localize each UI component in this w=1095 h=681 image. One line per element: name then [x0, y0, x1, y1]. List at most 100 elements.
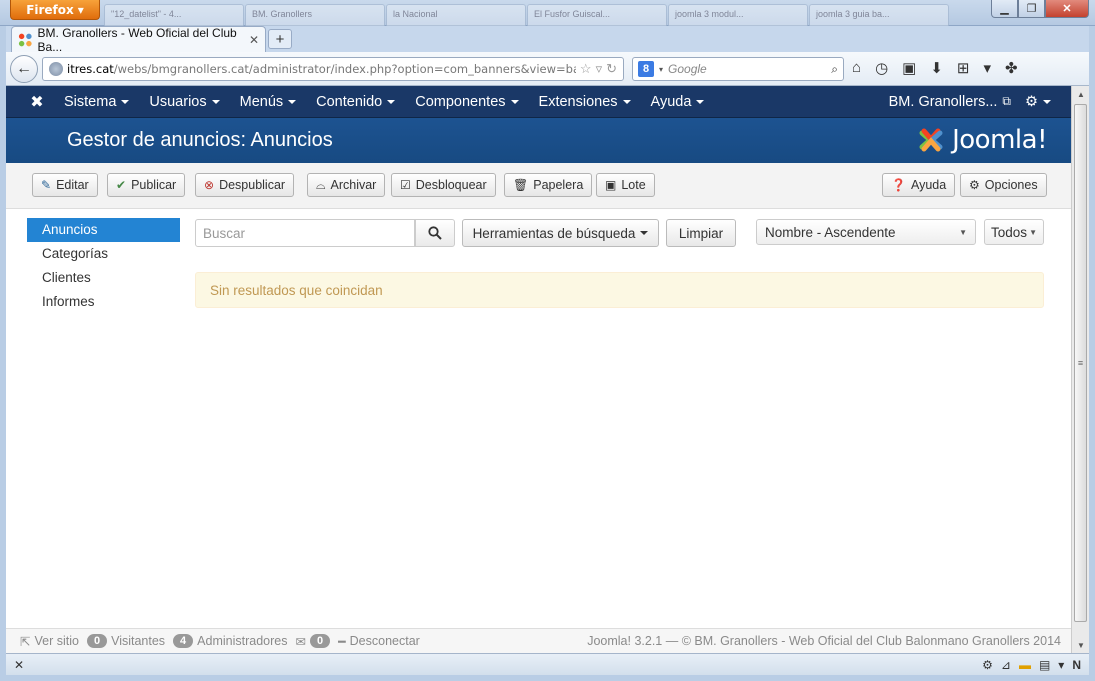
close-tab-icon[interactable]: ✕	[249, 33, 259, 47]
ordering-value: Nombre - Ascendente	[765, 224, 896, 240]
background-tab[interactable]: joomla 3 guia ba...	[809, 4, 949, 26]
batch-button[interactable]: ▣ Lote	[596, 173, 655, 197]
window-frame-bottom	[0, 675, 1095, 681]
external-link-icon: ⧉	[1002, 94, 1011, 108]
firefox-menu-button[interactable]: Firefox ▾	[10, 0, 100, 20]
site-link[interactable]: BM. Granollers... ⧉	[889, 94, 1011, 110]
caret-down-icon	[640, 231, 649, 235]
caret-down-icon	[387, 99, 396, 104]
menu-sistema[interactable]: Sistema	[54, 94, 139, 110]
menu-menus[interactable]: Menús	[230, 94, 307, 110]
archive-label: Archivar	[330, 178, 377, 192]
vertical-scrollbar[interactable]: ▲ ≡ ▼	[1071, 86, 1089, 653]
extension-icon[interactable]: ✤	[1005, 59, 1018, 77]
logout-link[interactable]: ━ Desconectar	[338, 634, 420, 649]
edit-icon: ✎	[41, 178, 52, 192]
limit-select[interactable]: Todos ▼	[984, 219, 1044, 245]
user-settings-menu[interactable]: ⚙	[1025, 94, 1051, 110]
joomla-favicon-icon	[18, 33, 32, 46]
menu-overflow-icon[interactable]: ▾	[984, 59, 992, 77]
close-findbar-icon[interactable]: ✕	[14, 658, 24, 672]
options-button[interactable]: ⚙ Opciones	[960, 173, 1047, 197]
unpublish-button[interactable]: ⊗ Despublicar	[195, 173, 295, 197]
ordering-select[interactable]: Nombre - Ascendente ▼	[756, 219, 976, 245]
sidebar-item-informes[interactable]: Informes	[27, 290, 180, 314]
visitors-label: Visitantes	[111, 634, 166, 648]
plugin-icon[interactable]: ⚙	[982, 658, 993, 672]
home-icon[interactable]: ⌂	[852, 59, 861, 77]
page-info-icon[interactable]: ▤	[1039, 658, 1050, 672]
checkbox-icon: ☑	[400, 178, 411, 192]
logout-label: Desconectar	[349, 634, 420, 648]
alert-message: Sin resultados que coincidan	[210, 282, 383, 298]
download-icon[interactable]: ⬇	[930, 59, 943, 77]
caret-down-icon	[211, 99, 220, 104]
question-icon: ❓	[891, 178, 906, 192]
sidebar-item-categorias[interactable]: Categorías	[27, 242, 180, 266]
archive-button[interactable]: ⌓ Archivar	[307, 173, 386, 197]
clock-icon[interactable]: ◷	[875, 59, 888, 77]
back-button[interactable]: ←	[10, 55, 38, 83]
bookmark-star-icon[interactable]: ☆	[580, 61, 592, 77]
caret-down-icon	[622, 99, 631, 104]
edit-button[interactable]: ✎ Editar	[32, 173, 98, 197]
visitors-info: 0 Visitantes	[86, 634, 166, 648]
browser-status-bar: ✕ ⚙ ⊿ ▬ ▤ ▾ N	[6, 653, 1089, 675]
search-bar[interactable]: 8 ▾ Google ⌕	[632, 57, 844, 81]
bookmarks-icon[interactable]: ▣	[902, 59, 916, 77]
firefox-menu-label: Firefox	[26, 2, 74, 17]
view-site-link[interactable]: ⇱ Ver sitio	[20, 634, 79, 649]
search-tools-button[interactable]: Herramientas de búsqueda	[462, 219, 659, 247]
reload-icon[interactable]: ↻	[606, 61, 617, 77]
background-tab[interactable]: joomla 3 modul...	[668, 4, 808, 26]
messages-info[interactable]: ✉ 0	[296, 634, 331, 649]
search-input[interactable]: Buscar	[195, 219, 415, 247]
close-window-button[interactable]: ✕	[1045, 0, 1089, 18]
gear-icon: ⚙	[1025, 93, 1038, 110]
menu-usuarios[interactable]: Usuarios	[139, 94, 229, 110]
minimize-button[interactable]: ▁	[991, 0, 1018, 18]
menu-ayuda[interactable]: Ayuda	[641, 94, 715, 110]
addon-icon[interactable]: ⊞	[957, 59, 970, 77]
checkin-button[interactable]: ☑ Desbloquear	[391, 173, 496, 197]
google-icon[interactable]: 8	[638, 61, 654, 77]
trash-button[interactable]: 🗑 Papelera	[504, 173, 593, 197]
gear-icon: ⚙	[969, 178, 980, 192]
network-icon[interactable]: ⊿	[1001, 658, 1011, 672]
messages-badge: 0	[309, 634, 331, 648]
scroll-down-icon[interactable]: ▼	[1072, 637, 1090, 653]
new-tab-button[interactable]: +	[268, 29, 292, 49]
edit-label: Editar	[56, 178, 89, 192]
background-tab[interactable]: la Nacional	[386, 4, 526, 26]
status-icons: ⚙ ⊿ ▬ ▤ ▾ N	[982, 658, 1081, 672]
publish-button[interactable]: ✔ Publicar	[107, 173, 186, 197]
sidebar-item-clientes[interactable]: Clientes	[27, 266, 180, 290]
active-tab[interactable]: BM. Granollers - Web Oficial del Club Ba…	[11, 26, 266, 54]
background-tab[interactable]: "12_datelist" - 4...	[104, 4, 244, 26]
noscript-icon[interactable]: N	[1072, 658, 1081, 672]
menu-componentes[interactable]: Componentes	[405, 94, 528, 110]
history-dropdown-icon[interactable]: ▿	[596, 61, 603, 77]
scrollbar-thumb[interactable]: ≡	[1074, 104, 1087, 622]
maximize-button[interactable]: ❐	[1018, 0, 1045, 18]
page-viewport: ✖ Sistema Usuarios Menús Contenido Compo…	[6, 86, 1071, 653]
background-tab[interactable]: BM. Granollers	[245, 4, 385, 26]
help-button[interactable]: ❓ Ayuda	[882, 173, 956, 197]
scroll-up-icon[interactable]: ▲	[1072, 86, 1090, 102]
folder-icon[interactable]: ▬	[1019, 658, 1031, 672]
archive-icon: ⌓	[316, 177, 326, 192]
search-button[interactable]	[415, 219, 455, 247]
menu-label: Contenido	[316, 93, 383, 110]
clear-button[interactable]: Limpiar	[666, 219, 736, 247]
background-tab[interactable]: El Fusfor Guiscal...	[527, 4, 667, 26]
check-icon: ✔	[116, 178, 127, 192]
chevron-down-icon[interactable]: ▾	[659, 65, 663, 74]
sidebar-item-anuncios[interactable]: Anuncios	[27, 218, 180, 242]
magnifier-icon[interactable]: ⌕	[831, 62, 838, 77]
chevron-down-icon[interactable]: ▾	[1058, 658, 1064, 672]
joomla-logo-icon[interactable]: ✖	[20, 92, 54, 112]
menu-contenido[interactable]: Contenido	[306, 94, 405, 110]
menu-extensiones[interactable]: Extensiones	[529, 94, 641, 110]
url-bar[interactable]: itres.cat/webs/bmgranollers.cat/administ…	[42, 57, 624, 81]
window-controls: ▁ ❐ ✕	[991, 0, 1089, 18]
